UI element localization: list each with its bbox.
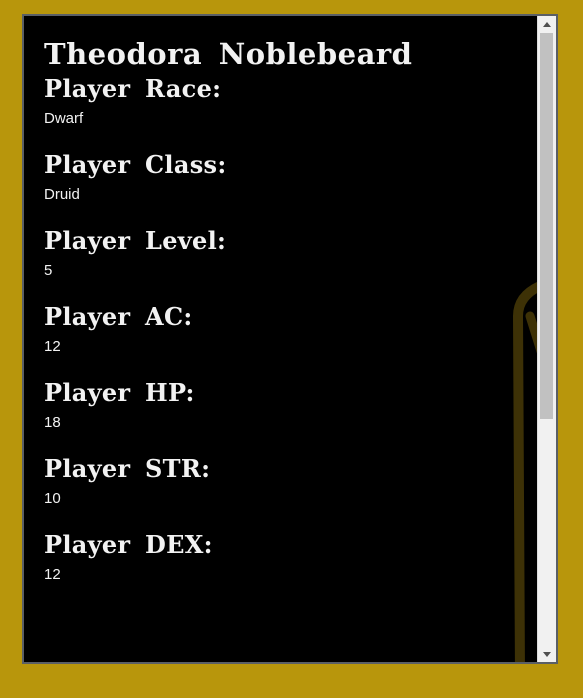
scroll-content[interactable]: Theodora Noblebeard Player Race: Dwarf P… [24,16,538,662]
field-label: Player STR: [44,454,211,483]
field-dex: Player DEX: 12 [44,530,538,586]
field-value: 10 [44,490,61,507]
field-label: Player Level: [44,226,227,255]
field-str: Player STR: 10 [44,454,538,510]
field-value: Dwarf [44,110,84,127]
field-hp: Player HP: 18 [44,378,538,434]
field-value: 12 [44,338,61,355]
field-value: 18 [44,414,61,431]
character-name: Theodora Noblebeard [44,37,413,71]
field-label: Player AC: [44,302,193,331]
field-label: Player DEX: [44,530,213,559]
scrollbar-track[interactable] [540,33,553,645]
field-ac: Player AC: 12 [44,302,538,358]
field-value: 5 [44,262,53,279]
field-class: Player Class: Druid [44,150,538,206]
vertical-scrollbar[interactable] [537,16,556,662]
scroll-down-button[interactable] [538,646,555,662]
field-label: Player Class: [44,150,227,179]
field-race: Player Race: Dwarf [44,74,538,130]
field-label: Player Race: [44,74,222,103]
chevron-down-icon [542,651,551,657]
field-value: Druid [44,186,80,203]
field-label: Player HP: [44,378,195,407]
field-level: Player Level: 5 [44,226,538,282]
field-value: 12 [44,566,61,583]
scroll-up-button[interactable] [538,16,555,32]
chevron-up-icon [542,21,551,27]
scrollbar-thumb[interactable] [540,33,553,419]
character-sheet-panel: Theodora Noblebeard Player Race: Dwarf P… [22,14,558,664]
